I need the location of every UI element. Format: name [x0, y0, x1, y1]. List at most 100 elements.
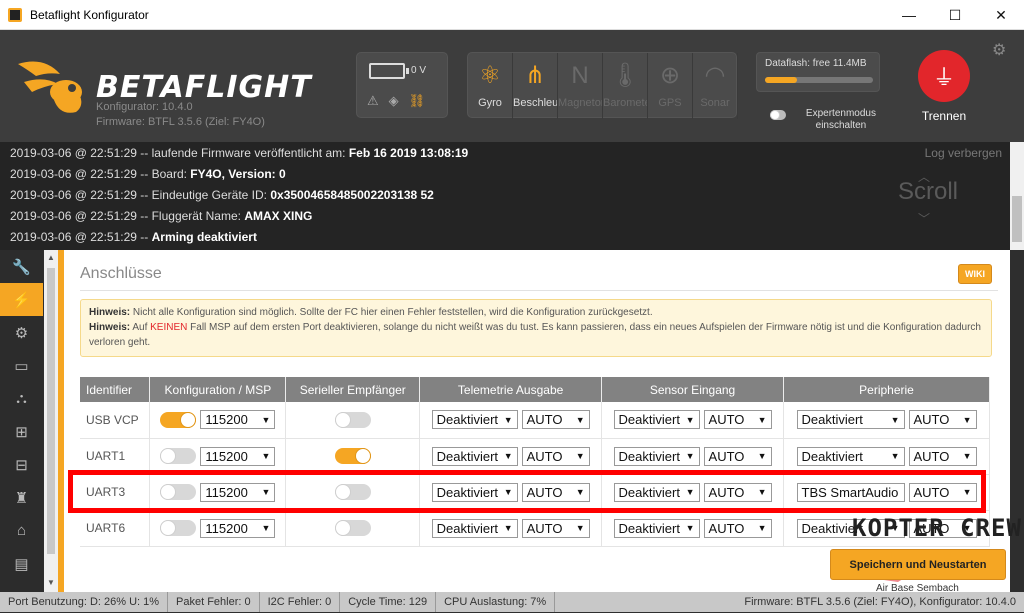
sensor-gyro: ⚛ Gyro	[468, 53, 513, 119]
telemetry-baud-select[interactable]: AUTO ▼	[521, 518, 590, 538]
msp-baud-select[interactable]: 115200 ▼	[200, 518, 276, 538]
disconnect-button[interactable]: ⏚	[918, 50, 970, 102]
adjustments-icon: ⌂	[16, 522, 27, 539]
column-header: Peripherie	[783, 377, 990, 402]
sidebar-item-receiver[interactable]: ⊟	[0, 448, 43, 481]
hide-log-link[interactable]: Log verbergen	[925, 146, 1002, 160]
sensor-select[interactable]: Deaktiviert ▼	[613, 446, 700, 466]
save-and-reboot-button[interactable]: Speichern und Neustarten	[830, 549, 1006, 580]
maximize-button[interactable]: ☐	[932, 0, 978, 30]
sidebar-item-osd[interactable]: ▤	[0, 547, 43, 580]
select-value: Deaktiviert	[618, 520, 680, 536]
log-line: 2019-03-06 @ 22:51:29 -- laufende Firmwa…	[10, 146, 468, 160]
telemetry-baud-select[interactable]: AUTO ▼	[521, 410, 590, 430]
telemetry-baud-select[interactable]: AUTO ▼	[521, 482, 590, 502]
serial-rx-toggle[interactable]	[334, 484, 371, 500]
serial-rx-toggle[interactable]	[334, 411, 371, 428]
expert-mode-switch[interactable]	[770, 110, 786, 120]
peripheral-select[interactable]: Deaktiviert ▼	[796, 446, 905, 466]
msp-baud-select[interactable]: 115200 ▼	[200, 446, 276, 466]
sensor-baud-select[interactable]: AUTO ▼	[703, 518, 772, 538]
receiver-icon: ⊟	[15, 456, 28, 474]
log-value: Feb 16 2019 13:08:19	[348, 146, 469, 160]
sidebar-item-ports-plug[interactable]: ⚡	[0, 283, 43, 316]
peripheral-select[interactable]: Deaktiviert ▼	[796, 410, 905, 430]
dropdown-arrow-icon: ▼	[575, 414, 585, 425]
msp-toggle[interactable]	[160, 448, 197, 464]
telemetry-select[interactable]: Deaktiviert ▼	[431, 482, 518, 502]
power-icon: ▭	[14, 357, 29, 375]
betaflight-wasp-logo	[18, 61, 82, 113]
sidebar-item-modes[interactable]: ♜	[0, 481, 43, 514]
sidebar-item-power[interactable]: ▭	[0, 349, 43, 382]
msp-toggle[interactable]	[160, 484, 197, 500]
i2c-errors: I2C Fehler: 0	[260, 592, 341, 612]
minimize-button[interactable]: —	[886, 0, 932, 30]
sensor-select[interactable]: Deaktiviert ▼	[613, 482, 700, 502]
close-button[interactable]: ✕	[978, 0, 1024, 30]
sensor-select[interactable]: Deaktiviert ▼	[613, 518, 700, 538]
kopter-crew-watermark: KOPTER CREW	[852, 514, 1022, 542]
wiki-button[interactable]: WIKI	[958, 264, 992, 284]
port-identifier: UART3	[80, 474, 151, 511]
expert-mode-label: Expertenmodus einschalten	[805, 108, 876, 131]
dataflash-label: Dataflash: free 11.4MB	[765, 58, 867, 69]
peripheral-select[interactable]: TBS SmartAudio▼	[796, 482, 905, 502]
select-value: 115200	[205, 448, 248, 464]
sensor-label: Magnetometer	[558, 97, 602, 109]
msp-baud-select[interactable]: 115200 ▼	[200, 482, 276, 502]
column-header: Sensor Eingang	[601, 377, 784, 402]
select-value: 115200	[205, 412, 248, 428]
telemetry-select[interactable]: Deaktiviert ▼	[431, 518, 518, 538]
serial-rx-toggle[interactable]	[334, 520, 371, 536]
sidebar-item-wrench[interactable]: 🔧	[0, 250, 43, 283]
scroll-label: Scroll	[897, 178, 958, 205]
sensor-label: Beschleunigung	[513, 97, 557, 109]
disconnect-label[interactable]: Trennen	[906, 109, 982, 123]
sidebar-item-failsafe[interactable]: ⛬	[0, 382, 43, 415]
dropdown-arrow-icon: ▼	[261, 487, 271, 497]
dropdown-arrow-icon: ▼	[890, 414, 900, 425]
port-identifier: USB VCP	[80, 402, 151, 439]
serial-rx-toggle[interactable]	[334, 448, 371, 464]
select-value: Deaktiviert	[618, 412, 680, 428]
wrench-icon: 🔧	[12, 258, 31, 276]
settings-gear-icon[interactable]: ⚙	[992, 40, 1006, 60]
usb-icon: ⏚	[932, 65, 955, 90]
packet-errors: Paket Fehler: 0	[168, 592, 260, 612]
expert-mode-toggle[interactable]: Expertenmodus einschalten	[770, 108, 890, 132]
diamond-icon: ◈	[388, 93, 399, 108]
cpu-load: CPU Auslastung: 7%	[436, 592, 556, 612]
select-value: Deaktiviert	[618, 484, 680, 500]
peripheral-baud-select[interactable]: AUTO ▼	[908, 446, 977, 466]
select-value: Deaktiviert	[436, 484, 499, 500]
log-prefix: 2019-03-06 @ 22:51:29 --	[10, 230, 152, 244]
dropdown-arrow-icon: ▼	[962, 451, 972, 461]
msp-toggle[interactable]	[160, 520, 197, 536]
telemetry-select[interactable]: Deaktiviert ▼	[431, 410, 518, 430]
sidebar-scrollbar[interactable]: ▲ ▼	[44, 250, 58, 592]
sensor-baud-select[interactable]: AUTO ▼	[703, 410, 772, 430]
sensor-select[interactable]: Deaktiviert ▼	[613, 410, 700, 430]
telemetry-select[interactable]: Deaktiviert ▼	[431, 446, 518, 466]
column-header: Telemetrie Ausgabe	[419, 377, 603, 402]
log-scrollbar[interactable]	[1010, 142, 1024, 250]
dropdown-arrow-icon: ▼	[685, 523, 695, 533]
peripheral-baud-select[interactable]: AUTO ▼	[908, 410, 977, 430]
select-value: AUTO	[913, 448, 950, 464]
sensor-baud-select[interactable]: AUTO ▼	[703, 446, 772, 466]
peripheral-baud-select[interactable]: AUTO ▼	[908, 482, 977, 502]
msp-toggle[interactable]	[160, 411, 197, 428]
column-header: Konfiguration / MSP	[149, 377, 287, 402]
sidebar-item-gear[interactable]: ⚙	[0, 316, 43, 349]
sensor-baud-select[interactable]: AUTO ▼	[703, 482, 772, 502]
msp-baud-select[interactable]: 115200 ▼	[200, 410, 276, 430]
dropdown-arrow-icon: ▼	[890, 451, 900, 461]
battery-status-box: 0 V ⚠ ◈ ⛓	[356, 52, 448, 118]
note-text-2b: Fall MSP auf dem ersten Port deaktiviere…	[89, 322, 981, 348]
select-value: Deaktiviert	[801, 448, 863, 464]
sidebar-item-adjustments[interactable]: ⌂	[0, 514, 43, 547]
sidebar-item-pid-robot[interactable]: ⊞	[0, 415, 43, 448]
telemetry-baud-select[interactable]: AUTO ▼	[521, 446, 590, 466]
status-bar: Port Benutzung: D: 26% U: 1% Paket Fehle…	[0, 592, 1024, 612]
